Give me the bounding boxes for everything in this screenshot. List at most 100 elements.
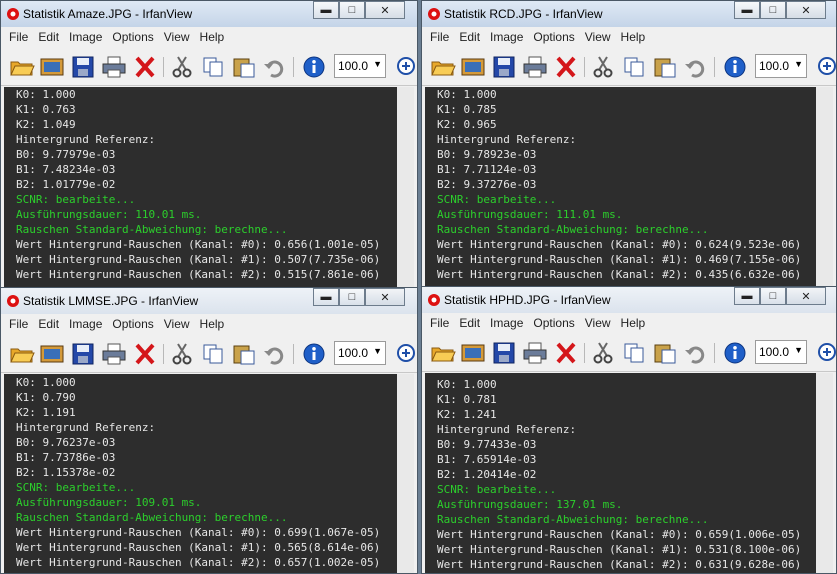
open-folder-icon[interactable]	[9, 55, 35, 79]
menu-edit[interactable]: Edit	[38, 317, 59, 331]
info-icon[interactable]	[301, 55, 327, 79]
info-icon[interactable]	[722, 55, 748, 79]
close-icon[interactable]: ✕	[786, 287, 826, 305]
undo-icon[interactable]	[262, 342, 288, 366]
menu-bar: File Edit Image Options View Help	[422, 27, 836, 47]
menu-options[interactable]: Options	[112, 317, 153, 331]
info-icon[interactable]	[722, 341, 748, 365]
title-bar[interactable]: Statistik RCD.JPG - IrfanView ▬ □ ✕	[422, 1, 836, 27]
zoom-in-icon[interactable]	[816, 341, 837, 365]
vertical-scrollbar[interactable]	[816, 87, 833, 287]
menu-view[interactable]: View	[164, 30, 190, 44]
print-icon[interactable]	[101, 342, 127, 366]
output-text-area[interactable]: K0: 1.000 K1: 0.763 K2: 1.049 Hintergrun…	[4, 87, 414, 287]
title-bar[interactable]: Statistik Amaze.JPG - IrfanView ▬ □ ✕	[1, 1, 417, 27]
zoom-in-icon[interactable]	[395, 342, 418, 366]
open-folder-icon[interactable]	[430, 55, 456, 79]
menu-options[interactable]: Options	[533, 30, 574, 44]
menu-help[interactable]: Help	[621, 316, 646, 330]
print-icon[interactable]	[522, 341, 548, 365]
cut-icon[interactable]	[169, 342, 195, 366]
undo-icon[interactable]	[683, 341, 709, 365]
cut-icon[interactable]	[590, 55, 616, 79]
menu-edit[interactable]: Edit	[459, 316, 480, 330]
undo-icon[interactable]	[683, 55, 709, 79]
menu-view[interactable]: View	[585, 30, 611, 44]
maximize-icon[interactable]: □	[339, 288, 365, 306]
paste-icon[interactable]	[652, 341, 678, 365]
close-icon[interactable]: ✕	[365, 1, 405, 19]
thumbnails-icon[interactable]	[460, 341, 486, 365]
zoom-in-icon[interactable]	[816, 55, 837, 79]
maximize-icon[interactable]: □	[760, 1, 786, 19]
menu-edit[interactable]: Edit	[459, 30, 480, 44]
delete-icon[interactable]	[553, 341, 579, 365]
close-icon[interactable]: ✕	[365, 288, 405, 306]
copy-icon[interactable]	[621, 341, 647, 365]
output-line: K2: 1.191	[16, 406, 76, 419]
output-text-area[interactable]: K0: 1.000 K1: 0.781 K2: 1.241 Hintergrun…	[425, 373, 833, 573]
save-icon[interactable]	[70, 342, 96, 366]
menu-image[interactable]: Image	[490, 316, 523, 330]
menu-image[interactable]: Image	[69, 30, 102, 44]
copy-icon[interactable]	[200, 342, 226, 366]
vertical-scrollbar[interactable]	[397, 374, 414, 573]
copy-icon[interactable]	[200, 55, 226, 79]
paste-icon[interactable]	[652, 55, 678, 79]
save-icon[interactable]	[491, 341, 517, 365]
print-icon[interactable]	[101, 55, 127, 79]
menu-file[interactable]: File	[430, 30, 449, 44]
menu-help[interactable]: Help	[621, 30, 646, 44]
title-bar[interactable]: Statistik HPHD.JPG - IrfanView ▬ □ ✕	[422, 287, 836, 313]
output-text-area[interactable]: K0: 1.000 K1: 0.785 K2: 0.965 Hintergrun…	[425, 87, 833, 287]
info-icon[interactable]	[301, 342, 327, 366]
zoom-in-icon[interactable]	[395, 55, 418, 79]
title-bar[interactable]: Statistik LMMSE.JPG - IrfanView ▬ □ ✕	[1, 288, 417, 314]
zoom-select[interactable]: 100.0 ▼	[755, 54, 807, 78]
thumbnails-icon[interactable]	[39, 55, 65, 79]
cut-icon[interactable]	[590, 341, 616, 365]
undo-icon[interactable]	[262, 55, 288, 79]
output-text-area[interactable]: K0: 1.000 K1: 0.790 K2: 1.191 Hintergrun…	[4, 374, 414, 573]
minimize-icon[interactable]: ▬	[313, 1, 339, 19]
minimize-icon[interactable]: ▬	[734, 287, 760, 305]
delete-icon[interactable]	[553, 55, 579, 79]
open-folder-icon[interactable]	[430, 341, 456, 365]
menu-file[interactable]: File	[430, 316, 449, 330]
paste-icon[interactable]	[231, 55, 257, 79]
menu-options[interactable]: Options	[112, 30, 153, 44]
copy-icon[interactable]	[621, 55, 647, 79]
zoom-select[interactable]: 100.0 ▼	[334, 341, 386, 365]
menu-image[interactable]: Image	[490, 30, 523, 44]
menu-options[interactable]: Options	[533, 316, 574, 330]
zoom-select[interactable]: 100.0 ▼	[755, 340, 807, 364]
close-icon[interactable]: ✕	[786, 1, 826, 19]
menu-image[interactable]: Image	[69, 317, 102, 331]
maximize-icon[interactable]: □	[760, 287, 786, 305]
thumbnails-icon[interactable]	[39, 342, 65, 366]
delete-icon[interactable]	[132, 55, 158, 79]
paste-icon[interactable]	[231, 342, 257, 366]
zoom-select[interactable]: 100.0 ▼	[334, 54, 386, 78]
menu-file[interactable]: File	[9, 30, 28, 44]
vertical-scrollbar[interactable]	[816, 373, 833, 573]
minimize-icon[interactable]: ▬	[313, 288, 339, 306]
maximize-icon[interactable]: □	[339, 1, 365, 19]
print-icon[interactable]	[522, 55, 548, 79]
menu-help[interactable]: Help	[200, 30, 225, 44]
vertical-scrollbar[interactable]	[397, 87, 414, 287]
delete-icon[interactable]	[132, 342, 158, 366]
save-icon[interactable]	[491, 55, 517, 79]
menu-file[interactable]: File	[9, 317, 28, 331]
menu-view[interactable]: View	[585, 316, 611, 330]
output-line: Rauschen Standard-Abweichung: berechne..…	[16, 511, 288, 524]
thumbnails-icon[interactable]	[460, 55, 486, 79]
menu-view[interactable]: View	[164, 317, 190, 331]
save-icon[interactable]	[70, 55, 96, 79]
irfanview-icon	[7, 295, 19, 307]
menu-edit[interactable]: Edit	[38, 30, 59, 44]
minimize-icon[interactable]: ▬	[734, 1, 760, 19]
menu-help[interactable]: Help	[200, 317, 225, 331]
cut-icon[interactable]	[169, 55, 195, 79]
open-folder-icon[interactable]	[9, 342, 35, 366]
